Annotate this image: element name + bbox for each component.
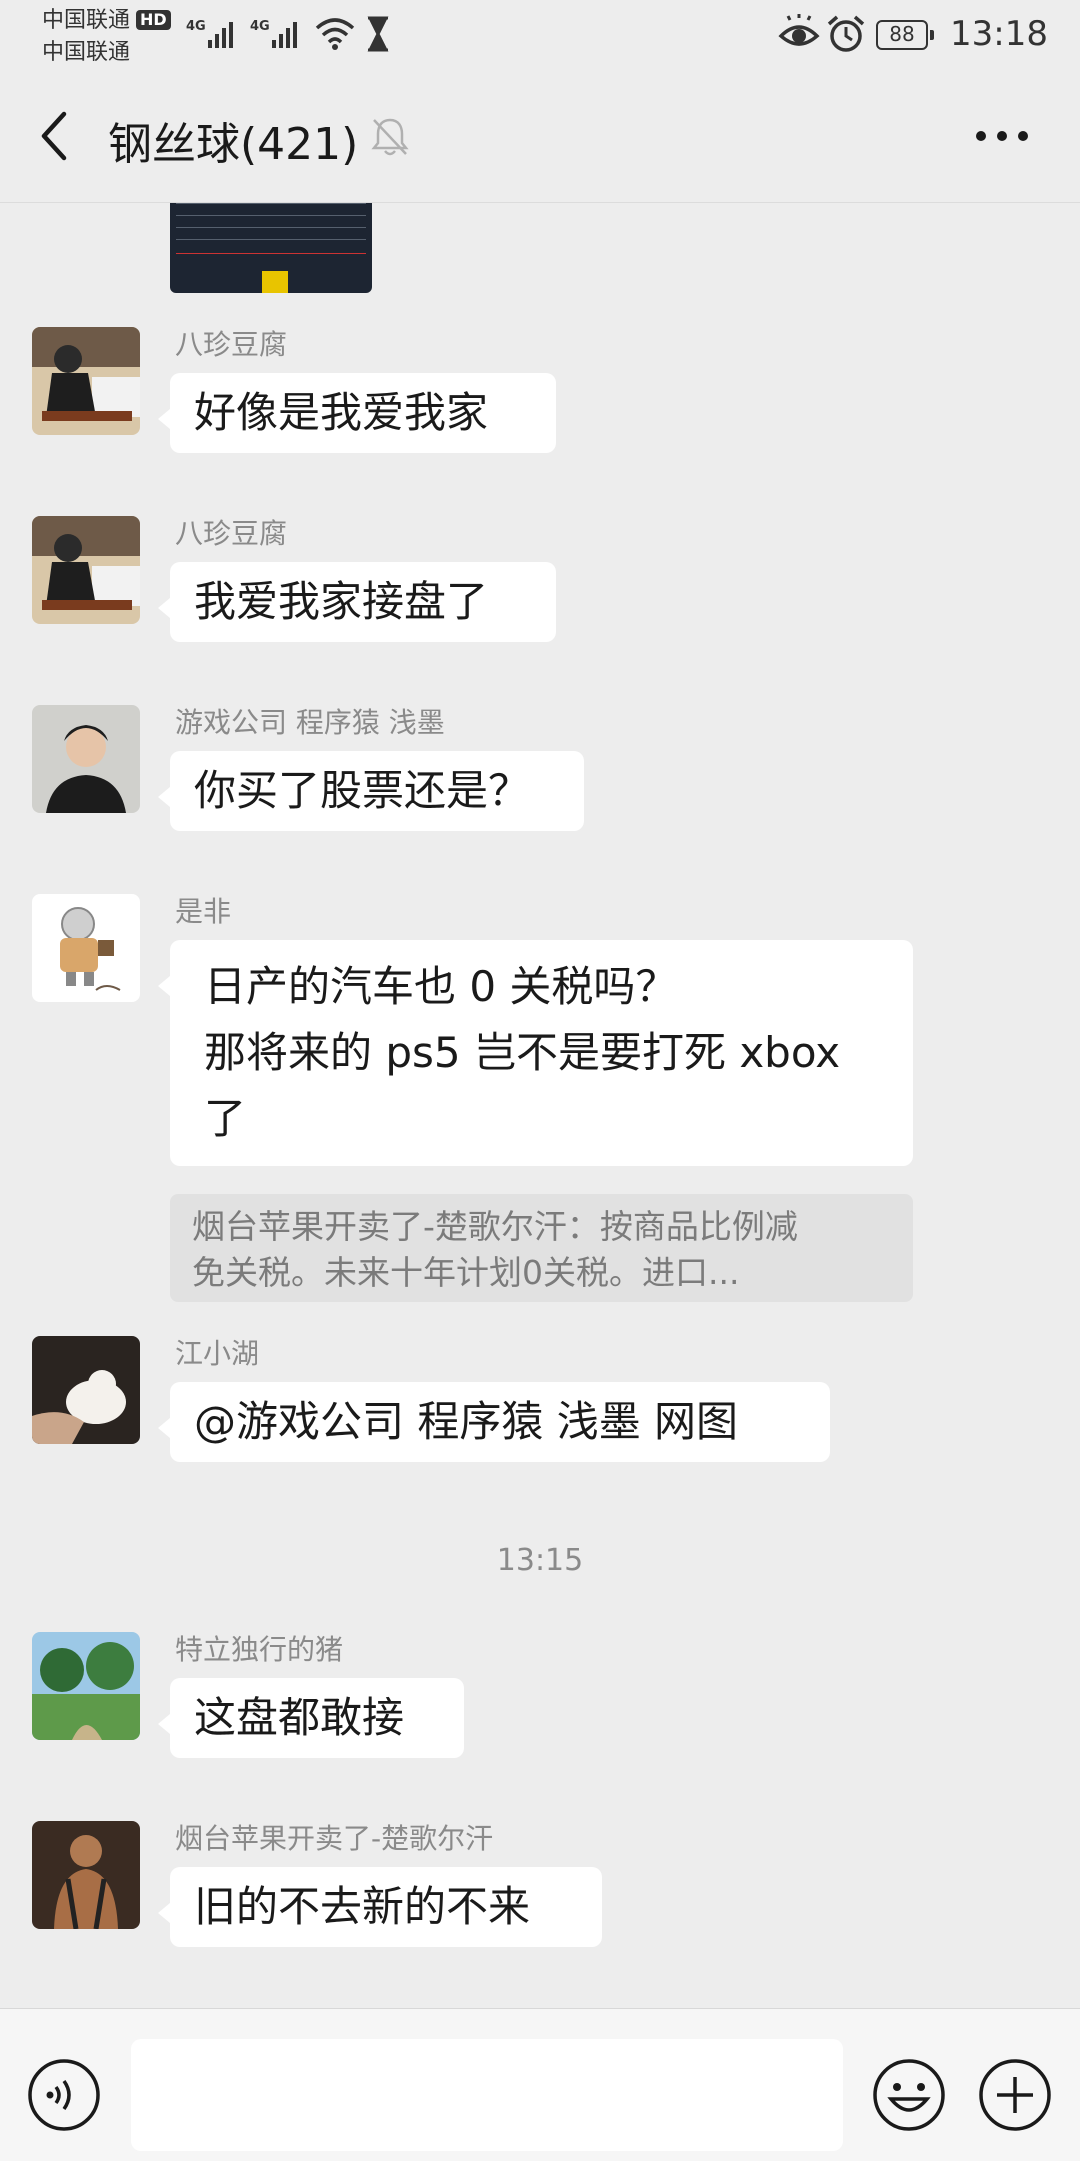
network-label-2: 4G <box>250 19 270 34</box>
avatar[interactable] <box>32 1821 140 1929</box>
hourglass-icon <box>367 16 389 52</box>
time-separator: 13:15 <box>496 1543 584 1578</box>
message-input[interactable] <box>131 2039 843 2151</box>
sender-name: 八珍豆腐 <box>175 517 288 550</box>
status-bar: 中国联通 HD 中国联通 4G 4G 88 13:18 <box>0 0 1080 70</box>
message-text: 好像是我爱我家 <box>194 388 489 437</box>
eye-comfort-icon <box>778 14 820 46</box>
battery-indicator: 88 <box>876 20 934 50</box>
avatar[interactable] <box>32 327 140 435</box>
page-title: 钢丝球(421) <box>108 119 359 170</box>
back-icon[interactable] <box>36 110 72 162</box>
more-icon[interactable] <box>975 130 1029 142</box>
carrier-label-2: 中国联通 <box>42 40 131 65</box>
signal-icon-2: 4G <box>250 19 297 48</box>
message-bubble[interactable]: 你买了股票还是？ <box>158 751 584 831</box>
sender-name: 烟台苹果开卖了-楚歌尔汗 <box>175 1822 494 1855</box>
sender-name: 是非 <box>175 895 232 928</box>
carrier-label-1: 中国联通 HD <box>42 8 171 34</box>
sender-name: 游戏公司 程序猿 浅墨 <box>175 706 445 739</box>
hd-badge: HD <box>136 10 171 30</box>
message-text: 旧的不去新的不来 <box>194 1882 531 1931</box>
signal-icon: 4G <box>186 19 233 48</box>
mute-bell-icon <box>371 118 409 156</box>
message-text: 你买了股票还是？ <box>194 766 531 815</box>
emoji-icon[interactable] <box>871 2057 947 2133</box>
avatar[interactable] <box>32 1336 140 1444</box>
sender-name: 江小湖 <box>175 1337 260 1370</box>
image-message-thumbnail[interactable] <box>170 203 372 293</box>
message-bubble[interactable]: 好像是我爱我家 <box>158 373 556 453</box>
message-text: 这盘都敢接 <box>194 1693 405 1742</box>
avatar[interactable] <box>32 516 140 624</box>
quote-text-line: 烟台苹果开卖了-楚歌尔汗：按商品比例减 <box>192 1207 798 1246</box>
message-bubble[interactable]: 日产的汽车也 0 关税吗？ 那将来的 ps5 岂不是要打死 xbox 了 <box>158 940 913 1166</box>
input-bar <box>0 2008 1080 2161</box>
plus-icon[interactable] <box>977 2057 1053 2133</box>
quoted-message[interactable]: 烟台苹果开卖了-楚歌尔汗：按商品比例减 免关税。未来十年计划0关税。进口... <box>170 1194 913 1302</box>
sender-name: 特立独行的猪 <box>175 1633 344 1666</box>
message-text-line: 了 <box>204 1094 247 1143</box>
chat-message-list[interactable]: 八珍豆腐 好像是我爱我家 八珍豆腐 我爱我家接盘了 游戏公司 程序猿 浅墨 你买… <box>0 203 1080 2008</box>
sender-name: 八珍豆腐 <box>175 328 288 361</box>
wifi-icon <box>315 18 355 50</box>
message-bubble[interactable]: 这盘都敢接 <box>158 1678 464 1758</box>
avatar[interactable] <box>32 705 140 813</box>
message-text-line: 日产的汽车也 0 关税吗？ <box>204 962 678 1011</box>
message-bubble[interactable]: 我爱我家接盘了 <box>158 562 556 642</box>
message-text-line: 那将来的 ps5 岂不是要打死 xbox <box>204 1028 841 1077</box>
message-text: 我爱我家接盘了 <box>194 577 489 626</box>
alarm-icon <box>827 15 865 52</box>
avatar[interactable] <box>32 894 140 1002</box>
voice-icon[interactable] <box>26 2057 102 2133</box>
status-clock: 13:18 <box>950 14 1048 54</box>
message-bubble[interactable]: 旧的不去新的不来 <box>158 1867 602 1947</box>
chat-header: 钢丝球(421) <box>0 70 1080 203</box>
avatar[interactable] <box>32 1632 140 1740</box>
message-text: @游戏公司 程序猿 浅墨 网图 <box>194 1397 739 1446</box>
quote-text-line: 免关税。未来十年计划0关税。进口... <box>192 1253 740 1292</box>
message-bubble[interactable]: @游戏公司 程序猿 浅墨 网图 <box>158 1382 830 1462</box>
network-label-1: 4G <box>186 19 206 34</box>
